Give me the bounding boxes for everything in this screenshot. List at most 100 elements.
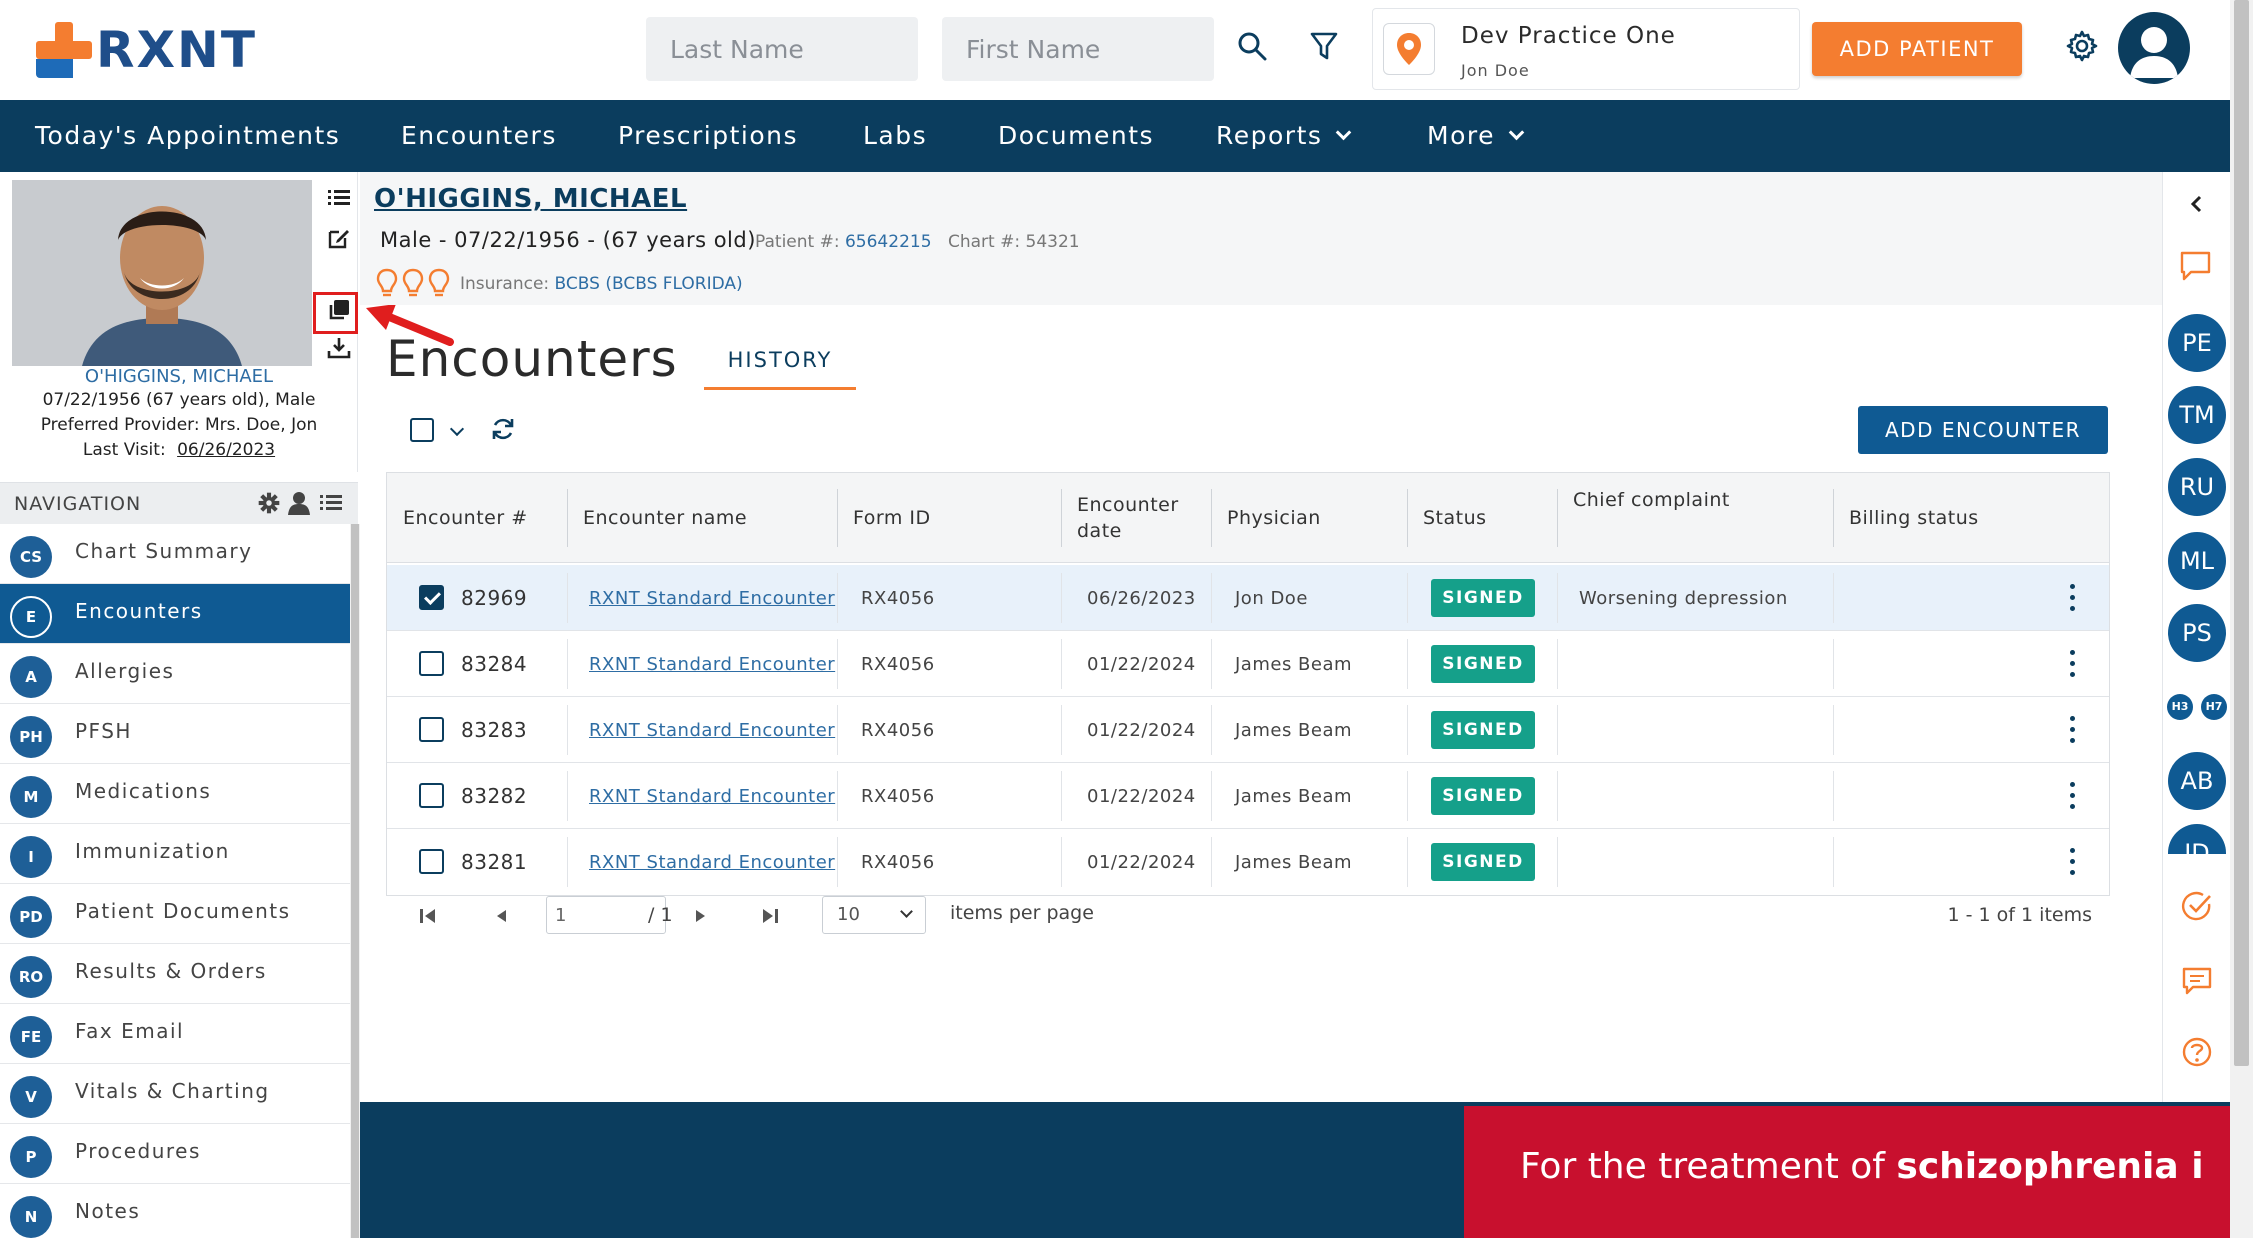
sidebar-item-chart-summary[interactable]: CS Chart Summary	[0, 524, 350, 584]
rail-bubble-tm[interactable]: TM	[2163, 386, 2231, 444]
page-scrollbar-thumb[interactable]	[2234, 0, 2249, 1066]
list-icon[interactable]	[322, 182, 356, 214]
lightbulb-icon[interactable]	[428, 268, 450, 298]
sidebar-item-pfsh[interactable]: PH PFSH	[0, 704, 350, 764]
table-row[interactable]: 83281 RXNT Standard Encounter RX4056 01/…	[387, 829, 2109, 895]
sidebar-item-notes[interactable]: N Notes	[0, 1184, 350, 1238]
more-options-icon[interactable]	[2063, 581, 2083, 615]
help-icon[interactable]	[2163, 1036, 2231, 1068]
col-encounter-date[interactable]: Encounter date	[1077, 473, 1187, 563]
sidebar-item-vitals-charting[interactable]: V Vitals & Charting	[0, 1064, 350, 1124]
nav-todays-appointments[interactable]: Today's Appointments	[35, 100, 340, 172]
chat-icon[interactable]	[2163, 250, 2231, 282]
last-page-icon[interactable]	[758, 904, 782, 928]
search-icon[interactable]	[1234, 28, 1270, 64]
rail-bubble-ru[interactable]: RU	[2163, 458, 2231, 516]
add-encounter-button[interactable]: ADD ENCOUNTER	[1858, 406, 2108, 454]
tab-history[interactable]: HISTORY	[704, 348, 856, 390]
sidebar-scrollbar-thumb[interactable]	[351, 524, 359, 1238]
rail-bubble-id[interactable]: ID	[2163, 824, 2231, 854]
rail-bubble-ab[interactable]: AB	[2163, 752, 2231, 810]
row-checkbox[interactable]	[419, 849, 444, 874]
rxnt-logo[interactable]: RXNT	[36, 20, 257, 80]
advertisement[interactable]: For the treatment of schizophrenia i	[1464, 1106, 2230, 1238]
edit-icon[interactable]	[322, 222, 356, 254]
encounter-name-link[interactable]: RXNT Standard Encounter	[589, 697, 835, 763]
row-checkbox[interactable]	[419, 783, 444, 808]
table-row[interactable]: 83282 RXNT Standard Encounter RX4056 01/…	[387, 763, 2109, 829]
refresh-icon[interactable]	[490, 416, 516, 446]
rail-bubble-h3[interactable]: H3	[2167, 694, 2193, 720]
table-row[interactable]: 83284 RXNT Standard Encounter RX4056 01/…	[387, 631, 2109, 697]
user-avatar[interactable]	[2118, 12, 2190, 84]
rail-bubble-h7[interactable]: H7	[2201, 694, 2227, 720]
collapse-chevron-icon[interactable]	[2163, 194, 2231, 214]
nav-reports[interactable]: Reports	[1216, 100, 1352, 172]
sidebar-item-results-orders[interactable]: RO Results & Orders	[0, 944, 350, 1004]
sidebar-item-allergies[interactable]: A Allergies	[0, 644, 350, 704]
patient-number-value[interactable]: 65642215	[845, 232, 932, 252]
col-chief-complaint[interactable]: Chief complaint	[1573, 473, 1833, 563]
prev-page-icon[interactable]	[490, 904, 514, 928]
col-physician[interactable]: Physician	[1227, 473, 1397, 563]
more-options-icon[interactable]	[2063, 845, 2083, 879]
last-visit-link[interactable]: 06/26/2023	[177, 440, 275, 460]
download-icon[interactable]	[322, 332, 356, 364]
lightbulb-icon[interactable]	[402, 268, 424, 298]
nav-documents[interactable]: Documents	[998, 100, 1154, 172]
chevron-down-icon[interactable]	[449, 421, 465, 437]
col-encounter-name[interactable]: Encounter name	[583, 473, 823, 563]
list-icon[interactable]	[320, 493, 342, 517]
sidebar-item-medications[interactable]: M Medications	[0, 764, 350, 824]
row-checkbox[interactable]	[419, 585, 444, 610]
nav-more[interactable]: More	[1427, 100, 1525, 172]
sidebar-item-encounters[interactable]: E Encounters	[0, 584, 350, 644]
row-checkbox[interactable]	[419, 651, 444, 676]
sidebar-item-patient-documents[interactable]: PD Patient Documents	[0, 884, 350, 944]
first-name-input[interactable]	[942, 17, 1214, 81]
sidebar-item-fax-email[interactable]: FE Fax Email	[0, 1004, 350, 1064]
encounter-name-link[interactable]: RXNT Standard Encounter	[589, 763, 835, 829]
table-row[interactable]: 83283 RXNT Standard Encounter RX4056 01/…	[387, 697, 2109, 763]
col-form-id[interactable]: Form ID	[853, 473, 1043, 563]
page-scrollbar[interactable]	[2230, 0, 2253, 1238]
message-icon[interactable]	[2163, 966, 2231, 996]
rail-bubble-pe[interactable]: PE	[2163, 314, 2231, 372]
patient-name-link[interactable]: O'HIGGINS, MICHAEL	[374, 184, 687, 214]
insurance-link[interactable]: BCBS (BCBS FLORIDA)	[555, 274, 743, 294]
nav-prescriptions[interactable]: Prescriptions	[618, 100, 798, 172]
filter-icon[interactable]	[1306, 28, 1342, 64]
check-circle-icon[interactable]	[2163, 890, 2231, 922]
add-patient-button[interactable]: ADD PATIENT	[1812, 22, 2022, 76]
col-encounter-num[interactable]: Encounter #	[403, 473, 563, 563]
col-billing-status[interactable]: Billing status	[1849, 473, 2069, 563]
rail-bubble-ml[interactable]: ML	[2163, 532, 2231, 590]
more-options-icon[interactable]	[2063, 647, 2083, 681]
chevron-down-icon	[900, 905, 913, 918]
nav-labs[interactable]: Labs	[863, 100, 927, 172]
table-row[interactable]: 82969 RXNT Standard Encounter RX4056 06/…	[387, 565, 2109, 631]
first-page-icon[interactable]	[416, 904, 440, 928]
encounter-name-link[interactable]: RXNT Standard Encounter	[589, 631, 835, 697]
patient-card-name[interactable]: O'HIGGINS, MICHAEL	[0, 366, 358, 387]
encounter-name-link[interactable]: RXNT Standard Encounter	[589, 829, 835, 895]
more-options-icon[interactable]	[2063, 713, 2083, 747]
gear-icon[interactable]	[258, 492, 280, 518]
nav-encounters[interactable]: Encounters	[401, 100, 557, 172]
select-all-checkbox[interactable]	[410, 418, 434, 442]
sidebar-scrollbar[interactable]	[350, 524, 360, 1238]
user-icon[interactable]	[288, 491, 310, 519]
practice-selector[interactable]: Dev Practice One Jon Doe	[1372, 8, 1800, 90]
col-status[interactable]: Status	[1423, 473, 1553, 563]
last-name-input[interactable]	[646, 17, 918, 81]
sidebar-item-immunization[interactable]: I Immunization	[0, 824, 350, 884]
encounter-name-link[interactable]: RXNT Standard Encounter	[589, 565, 835, 631]
sidebar-item-procedures[interactable]: P Procedures	[0, 1124, 350, 1184]
items-per-page-select[interactable]: 10	[822, 896, 926, 934]
next-page-icon[interactable]	[688, 904, 712, 928]
lightbulb-icon[interactable]	[376, 268, 398, 298]
more-options-icon[interactable]	[2063, 779, 2083, 813]
gear-icon[interactable]	[2064, 28, 2100, 64]
rail-bubble-ps[interactable]: PS	[2163, 604, 2231, 662]
row-checkbox[interactable]	[419, 717, 444, 742]
